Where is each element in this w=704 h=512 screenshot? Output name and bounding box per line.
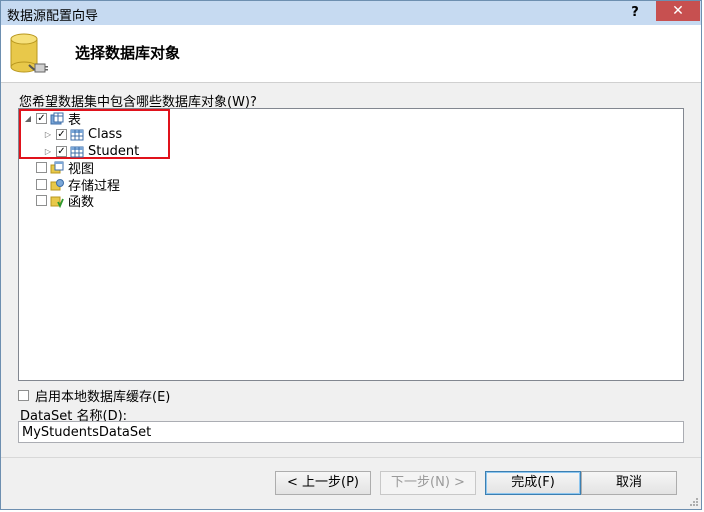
student-checkbox[interactable]: ✓	[56, 146, 67, 157]
tree-label-class: Class	[88, 127, 123, 142]
resize-grip-icon[interactable]	[689, 497, 699, 507]
function-icon	[50, 196, 64, 208]
tree-node-functions[interactable]: 函数	[36, 192, 95, 210]
procs-checkbox[interactable]	[36, 179, 47, 190]
tree-label-student: Student	[88, 144, 140, 159]
local-cache-label: 启用本地数据库缓存(E)	[35, 390, 171, 405]
tree-node-class[interactable]: ▷ ✓ Class	[43, 126, 122, 143]
footer-divider	[1, 457, 701, 458]
window-title: 数据源配置向导	[7, 9, 99, 24]
page-title: 选择数据库对象	[75, 44, 181, 62]
next-button[interactable]: 下一步(N) >	[380, 471, 476, 495]
table-icon	[70, 146, 84, 157]
local-cache-checkbox[interactable]	[18, 390, 29, 401]
title-bar: 数据源配置向导 ? ✕	[1, 1, 701, 26]
table-icon	[70, 129, 84, 140]
tree-node-views[interactable]: 视图	[36, 159, 94, 177]
help-button[interactable]: ?	[621, 4, 649, 22]
wizard-header: 选择数据库对象	[1, 25, 701, 83]
views-checkbox[interactable]	[36, 162, 47, 173]
database-connector-icon	[10, 33, 48, 73]
dataset-name-input[interactable]	[18, 421, 684, 443]
tables-folder-icon	[50, 112, 64, 124]
functions-checkbox[interactable]	[36, 195, 47, 206]
stored-procedure-icon	[50, 178, 64, 190]
tree-label-functions: 函数	[68, 195, 95, 210]
tree-node-tables[interactable]: ◢ ✓ 表	[23, 110, 81, 128]
cancel-button[interactable]: 取消	[581, 471, 677, 495]
class-checkbox[interactable]: ✓	[56, 129, 67, 140]
collapse-arrow-icon[interactable]: ◢	[23, 114, 33, 123]
local-cache-option[interactable]: 启用本地数据库缓存(E)	[18, 386, 170, 405]
close-button[interactable]: ✕	[656, 1, 700, 21]
views-folder-icon	[50, 161, 64, 173]
expand-arrow-icon[interactable]: ▷	[43, 147, 53, 156]
expand-arrow-icon[interactable]: ▷	[43, 130, 53, 139]
wizard-window: 数据源配置向导 ? ✕ 选择数据库对象 您希望数据集中包含哪些数据库对象(W)?…	[0, 0, 702, 510]
finish-button[interactable]: 完成(F)	[485, 471, 581, 495]
database-objects-tree[interactable]: ◢ ✓ 表 ▷ ✓ Class ▷ ✓ Student 视图 存储过程 函数	[18, 108, 684, 381]
previous-button[interactable]: < 上一步(P)	[275, 471, 371, 495]
tables-checkbox[interactable]: ✓	[36, 113, 47, 124]
